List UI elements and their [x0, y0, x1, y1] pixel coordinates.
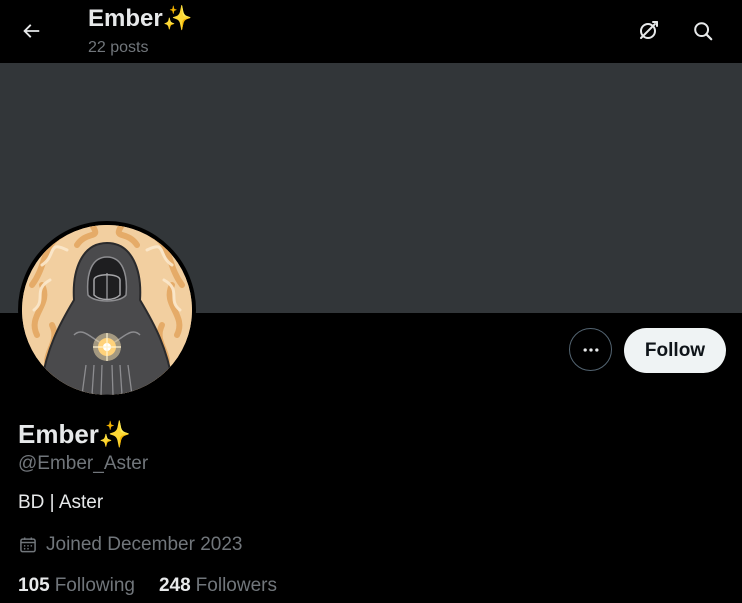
back-button[interactable] — [13, 13, 49, 49]
followers-count: 248 — [158, 575, 191, 596]
more-horizontal-icon — [583, 347, 598, 352]
search-icon — [694, 22, 713, 41]
hooded-figure-avatar-image — [22, 225, 192, 395]
avatar-border — [18, 221, 196, 399]
following-count: 105 — [18, 575, 50, 596]
page-title: Ember✨ — [88, 5, 193, 32]
joined-date-text: Joined December 2023 — [46, 534, 243, 555]
profile-bio: BD | Aster — [18, 492, 104, 513]
avatar[interactable] — [22, 225, 192, 395]
profile-handle: @Ember_Aster — [18, 453, 149, 474]
calendar-icon — [18, 535, 38, 555]
followers-label: Followers — [195, 575, 277, 596]
search-button[interactable] — [685, 13, 721, 49]
arrow-left-icon — [23, 24, 40, 38]
top-bar: Ember✨ 22 posts — [0, 0, 742, 63]
following-link[interactable]: 105 Following — [18, 574, 135, 598]
profile-stats: 105 Following 248 Followers — [18, 574, 277, 598]
profile-display-name: Ember✨ — [18, 419, 132, 449]
followers-link[interactable]: 248 Followers — [159, 574, 277, 598]
posts-count: 22 posts — [88, 39, 149, 56]
more-options-button[interactable] — [569, 328, 612, 371]
no-grok-icon — [640, 21, 658, 39]
joined-date: Joined December 2023 — [18, 533, 242, 557]
following-label: Following — [54, 575, 135, 596]
follow-button[interactable]: Follow — [624, 328, 726, 373]
no-grok-button[interactable] — [630, 13, 666, 49]
